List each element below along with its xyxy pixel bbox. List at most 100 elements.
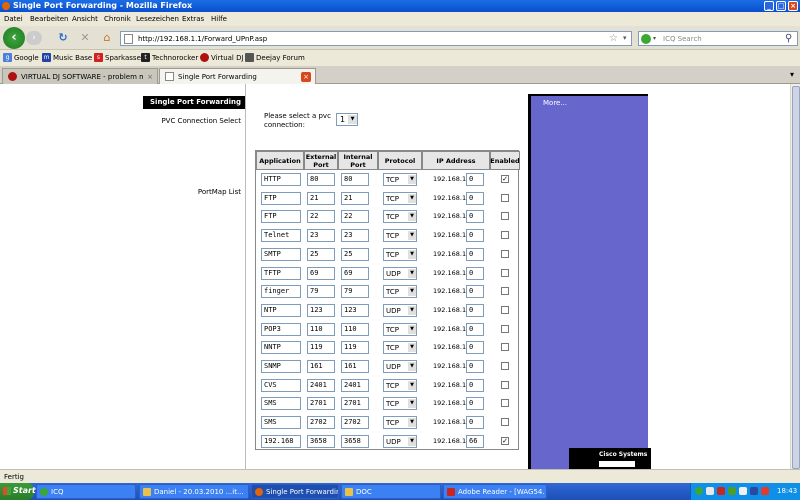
bookmark-star-icon[interactable]: ☆: [609, 32, 618, 45]
protocol-select[interactable]: UDP ▼: [383, 434, 417, 448]
enabled-checkbox[interactable]: ✓: [501, 175, 509, 183]
application-input[interactable]: SNMP: [261, 360, 301, 373]
external-port-input[interactable]: 110: [307, 322, 335, 336]
ip-last-octet-input[interactable]: 0: [466, 229, 484, 243]
speaker-tray-icon[interactable]: [739, 487, 747, 495]
enabled-checkbox[interactable]: [501, 362, 509, 370]
enabled-checkbox[interactable]: [501, 212, 509, 221]
icq-tray-icon[interactable]: [695, 487, 703, 495]
icq-flower-icon[interactable]: [641, 34, 651, 44]
enabled-checkbox[interactable]: [501, 193, 509, 202]
url-bar[interactable]: http://192.168.1.1/Forward_UPnP.asp ☆ ▾: [120, 31, 632, 46]
ip-last-octet-input[interactable]: 0: [466, 191, 484, 205]
application-input[interactable]: 192.168: [261, 434, 301, 448]
application-input[interactable]: SMS: [261, 416, 301, 430]
menu-lesezeichen[interactable]: Lesezeichen: [136, 14, 179, 24]
protocol-select[interactable]: TCP ▼: [383, 173, 417, 186]
enabled-checkbox[interactable]: [501, 305, 509, 314]
internal-port-input[interactable]: 123: [341, 303, 369, 317]
tab-close-icon[interactable]: ×: [301, 72, 311, 82]
tab-single-port-forwarding[interactable]: Single Port Forwarding ×: [159, 68, 316, 85]
external-port-input[interactable]: 119: [307, 341, 335, 355]
update-tray-icon[interactable]: [728, 487, 736, 495]
enabled-checkbox[interactable]: [501, 231, 509, 240]
external-port-input[interactable]: 161: [307, 360, 335, 373]
ip-last-octet-input[interactable]: 0: [466, 303, 484, 317]
ip-last-octet-input[interactable]: 0: [466, 210, 484, 224]
tab-list-chevron-down-icon[interactable]: ▾: [790, 70, 794, 79]
back-arrow-icon[interactable]: ‹: [3, 27, 25, 49]
search-box[interactable]: ▾ ICQ Search ⚲: [638, 31, 798, 46]
external-port-input[interactable]: 22: [307, 210, 335, 224]
enabled-checkbox[interactable]: [501, 268, 509, 277]
more-link[interactable]: More...: [543, 98, 567, 108]
external-port-input[interactable]: 3658: [307, 434, 335, 448]
forward-arrow-icon[interactable]: ›: [26, 31, 42, 45]
external-port-input[interactable]: 79: [307, 285, 335, 299]
application-input[interactable]: FTP: [261, 210, 301, 224]
close-button[interactable]: ×: [788, 1, 798, 11]
menu-hilfe[interactable]: Hilfe: [211, 14, 227, 24]
minimize-button[interactable]: _: [764, 1, 774, 11]
tab-virtual-dj[interactable]: VIRTUAL DJ SOFTWARE - problem mit ... ×: [2, 68, 158, 84]
application-input[interactable]: TFTP: [261, 266, 301, 280]
menu-ansicht[interactable]: Ansicht: [72, 14, 98, 24]
ip-last-octet-input[interactable]: 0: [466, 416, 484, 430]
ip-last-octet-input[interactable]: 0: [466, 397, 484, 411]
external-port-input[interactable]: 25: [307, 247, 335, 261]
internal-port-input[interactable]: 161: [341, 360, 369, 373]
home-icon[interactable]: ⌂: [100, 31, 114, 45]
application-input[interactable]: Telnet: [261, 229, 301, 243]
taskbar-adobe-reader[interactable]: Adobe Reader - [WAG54...: [443, 484, 547, 499]
enabled-checkbox[interactable]: ✓: [501, 436, 509, 445]
internal-port-input[interactable]: 119: [341, 341, 369, 355]
application-input[interactable]: SMTP: [261, 247, 301, 261]
tab-close-icon[interactable]: ×: [145, 72, 155, 82]
internal-port-input[interactable]: 2702: [341, 416, 369, 430]
external-port-input[interactable]: 123: [307, 303, 335, 317]
protocol-select[interactable]: TCP ▼: [383, 247, 417, 261]
protocol-select[interactable]: TCP ▼: [383, 378, 417, 392]
ip-last-octet-input[interactable]: 0: [466, 378, 484, 392]
enabled-checkbox[interactable]: [501, 287, 509, 296]
application-input[interactable]: POP3: [261, 322, 301, 336]
application-input[interactable]: NNTP: [261, 341, 301, 355]
antivirus-tray-icon[interactable]: [761, 487, 769, 495]
ip-last-octet-input[interactable]: 0: [466, 173, 484, 186]
maximize-button[interactable]: □: [776, 1, 786, 11]
protocol-select[interactable]: TCP ▼: [383, 322, 417, 336]
security-tray-icon[interactable]: [717, 487, 725, 495]
internal-port-input[interactable]: 79: [341, 285, 369, 299]
external-port-input[interactable]: 2401: [307, 378, 335, 392]
external-port-input[interactable]: 23: [307, 229, 335, 243]
application-input[interactable]: finger: [261, 285, 301, 299]
url-dropdown-icon[interactable]: ▾: [623, 32, 627, 45]
internal-port-input[interactable]: 2701: [341, 397, 369, 411]
external-port-input[interactable]: 69: [307, 266, 335, 280]
menu-datei[interactable]: Datei: [4, 14, 23, 24]
url-text[interactable]: http://192.168.1.1/Forward_UPnP.asp: [138, 34, 267, 44]
menu-extras[interactable]: Extras: [182, 14, 204, 24]
enabled-checkbox[interactable]: [501, 380, 509, 389]
language-tray-icon[interactable]: [750, 487, 758, 495]
internal-port-input[interactable]: 22: [341, 210, 369, 224]
stop-icon[interactable]: ✕: [78, 31, 92, 45]
search-input[interactable]: ICQ Search: [663, 34, 702, 44]
internal-port-input[interactable]: 80: [341, 173, 369, 186]
internal-port-input[interactable]: 2401: [341, 378, 369, 392]
internal-port-input[interactable]: 21: [341, 191, 369, 205]
menu-chronik[interactable]: Chronik: [104, 14, 131, 24]
protocol-select[interactable]: TCP ▼: [383, 416, 417, 430]
protocol-select[interactable]: UDP ▼: [383, 303, 417, 317]
external-port-input[interactable]: 2701: [307, 397, 335, 411]
internal-port-input[interactable]: 23: [341, 229, 369, 243]
taskbar-doc[interactable]: DOC: [341, 484, 441, 499]
protocol-select[interactable]: TCP ▼: [383, 229, 417, 243]
ip-last-octet-input[interactable]: 66: [466, 434, 484, 448]
application-input[interactable]: CVS: [261, 378, 301, 392]
network-tray-icon[interactable]: [706, 487, 714, 495]
protocol-select[interactable]: TCP ▼: [383, 397, 417, 411]
enabled-checkbox[interactable]: [501, 324, 509, 333]
taskbar-icq[interactable]: ICQ: [36, 484, 136, 499]
enabled-checkbox[interactable]: [501, 249, 509, 258]
